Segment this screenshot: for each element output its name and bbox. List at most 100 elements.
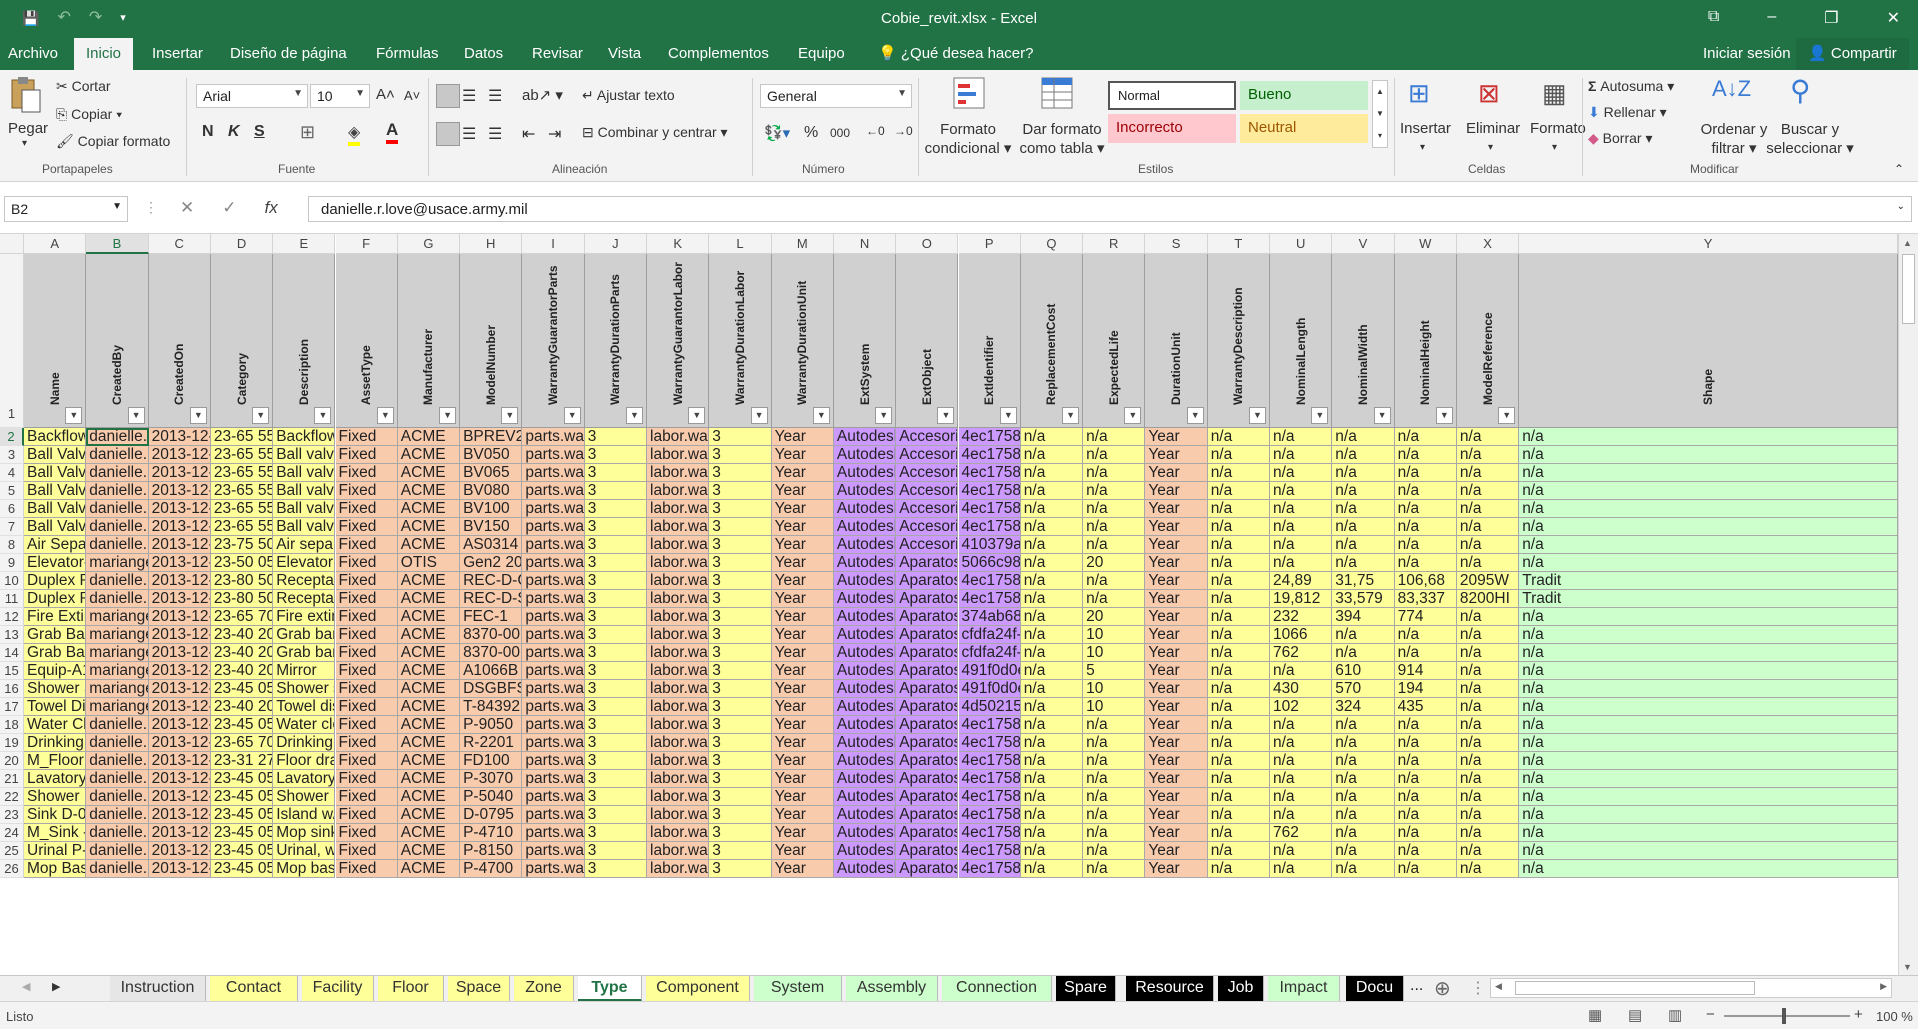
table-cell[interactable]: Grab Bar [24,626,87,644]
table-cell[interactable]: mariangel [86,662,149,680]
table-cell[interactable]: Year [771,752,834,770]
table-cell[interactable]: Aparatos [896,842,959,860]
table-cell[interactable]: M_Floor D [24,752,87,770]
table-cell[interactable]: 23-40 20 [210,644,274,662]
table-cell[interactable]: 4ec17585 [958,590,1021,608]
table-cell[interactable]: 3 [584,446,647,464]
horizontal-scroll-thumb[interactable] [1515,981,1755,995]
table-cell[interactable]: 3 [709,608,772,626]
table-cell[interactable]: n/a [1020,554,1084,572]
sheet-tab-impact[interactable]: Impact [1268,976,1340,1002]
table-cell[interactable]: n/a [1456,716,1520,734]
format-as-table-button[interactable]: Dar formato como tabla ▾ [1014,120,1110,158]
table-cell[interactable]: Fixed [335,680,398,698]
table-cell[interactable]: Autodesk [833,590,897,608]
table-cell[interactable]: n/a [1207,752,1270,770]
insert-cells-button[interactable]: Insertar [1400,120,1451,137]
table-cell[interactable]: n/a [1270,500,1333,518]
table-cell[interactable]: n/a [1020,698,1084,716]
filter-dropdown-icon[interactable]: ▼ [1124,407,1142,424]
table-cell[interactable]: Ball Valve [24,518,87,536]
table-cell[interactable]: ACME [397,572,461,590]
table-cell[interactable]: n/a [1083,518,1146,536]
styles-gallery-scroll[interactable]: ▲ ▼ ▾ [1372,80,1388,148]
field-header-cell[interactable]: Shape [1519,254,1898,428]
table-cell[interactable]: 2013-12-3 [148,554,211,572]
collapse-ribbon-icon[interactable]: ⌃ [1894,162,1904,176]
table-cell[interactable]: 410379a1 [958,536,1021,554]
column-header-v[interactable]: V [1332,234,1395,254]
table-cell[interactable]: n/a [1020,752,1084,770]
sheet-tab-connection[interactable]: Connection [942,976,1052,1002]
field-header-cell[interactable]: Category ▼ [210,254,274,428]
table-cell[interactable]: 8370-001 [460,626,523,644]
formula-input[interactable]: danielle.r.love@usace.army.mil ⌄ [308,196,1912,222]
table-cell[interactable]: 23-65 55 [210,500,274,518]
table-cell[interactable]: n/a [1519,608,1898,626]
table-cell[interactable]: 570 [1332,680,1395,698]
align-bottom-icon[interactable]: ☰ [488,86,502,106]
fill-button[interactable]: ⬇ Rellenar ▾ [1588,104,1667,121]
paste-dropdown-icon[interactable]: ▾ [22,138,27,149]
row-header[interactable]: 15 [0,662,24,680]
table-cell[interactable]: n/a [1519,716,1898,734]
table-cell[interactable]: mariangel [86,644,149,662]
table-cell[interactable]: Year [1145,518,1208,536]
table-cell[interactable]: n/a [1207,698,1270,716]
table-cell[interactable]: n/a [1083,716,1146,734]
table-cell[interactable]: Aparatos [896,608,959,626]
table-cell[interactable]: 23-45 05 [210,824,274,842]
table-cell[interactable]: 2013-12-3 [148,626,211,644]
table-cell[interactable]: n/a [1020,644,1084,662]
table-cell[interactable]: BV050 [460,446,523,464]
sign-in-link[interactable]: Iniciar sesión [1703,38,1791,70]
table-cell[interactable]: 23-45 05 [210,716,274,734]
table-cell[interactable]: n/a [1020,536,1084,554]
fill-color-icon[interactable]: ◈ [348,122,361,146]
horizontal-scrollbar[interactable]: ◀ ▶ [1490,978,1892,998]
table-cell[interactable]: n/a [1270,842,1333,860]
table-cell[interactable]: P-8150 [460,842,523,860]
table-cell[interactable]: A1066B [460,662,523,680]
table-cell[interactable]: 194 [1394,680,1457,698]
table-cell[interactable]: n/a [1394,446,1457,464]
table-cell[interactable]: Ball Valve [24,446,87,464]
chevron-down-icon[interactable]: ▾ [1488,142,1493,153]
table-cell[interactable]: 4ec17585 [958,770,1021,788]
table-cell[interactable]: n/a [1207,806,1270,824]
sheet-tab-facility[interactable]: Facility [302,976,374,1002]
table-cell[interactable]: 23-75 50 [210,536,274,554]
table-cell[interactable]: Aparatos [896,698,959,716]
table-cell[interactable]: Fixed [335,572,398,590]
zoom-slider[interactable] [1724,1015,1850,1017]
row-header[interactable]: 13 [0,626,24,644]
table-cell[interactable]: parts.warr [522,590,585,608]
table-cell[interactable]: 3 [709,860,772,878]
table-cell[interactable]: Lavatory, [273,770,336,788]
table-cell[interactable]: Autodesk [833,518,897,536]
field-header-cell[interactable]: NominalHeight ▼ [1394,254,1457,428]
table-cell[interactable]: 2013-12-3 [148,788,211,806]
table-cell[interactable]: labor.warr [647,590,710,608]
table-cell[interactable]: danielle.r. [86,842,149,860]
table-cell[interactable]: Autodesk [833,734,897,752]
table-cell[interactable]: 2013-12-3 [148,680,211,698]
table-cell[interactable]: Fixed [335,500,398,518]
table-cell[interactable]: parts.warr [522,644,585,662]
table-cell[interactable]: n/a [1394,644,1457,662]
table-cell[interactable]: 3 [709,626,772,644]
table-cell[interactable]: n/a [1270,536,1333,554]
table-cell[interactable]: 3 [709,482,772,500]
table-cell[interactable]: Year [1145,428,1208,446]
table-cell[interactable]: 4ec17585 [958,428,1021,446]
enter-icon[interactable]: ✓ [222,198,236,218]
filter-dropdown-icon[interactable]: ▼ [1062,407,1080,424]
table-cell[interactable]: n/a [1519,464,1898,482]
table-cell[interactable]: n/a [1270,788,1333,806]
table-cell[interactable]: Autodesk [833,644,897,662]
table-cell[interactable]: Drinking F [24,734,87,752]
table-cell[interactable]: Year [771,698,834,716]
italic-button[interactable]: K [228,123,240,141]
table-cell[interactable]: Fixed [335,662,398,680]
table-cell[interactable]: ACME [397,698,461,716]
